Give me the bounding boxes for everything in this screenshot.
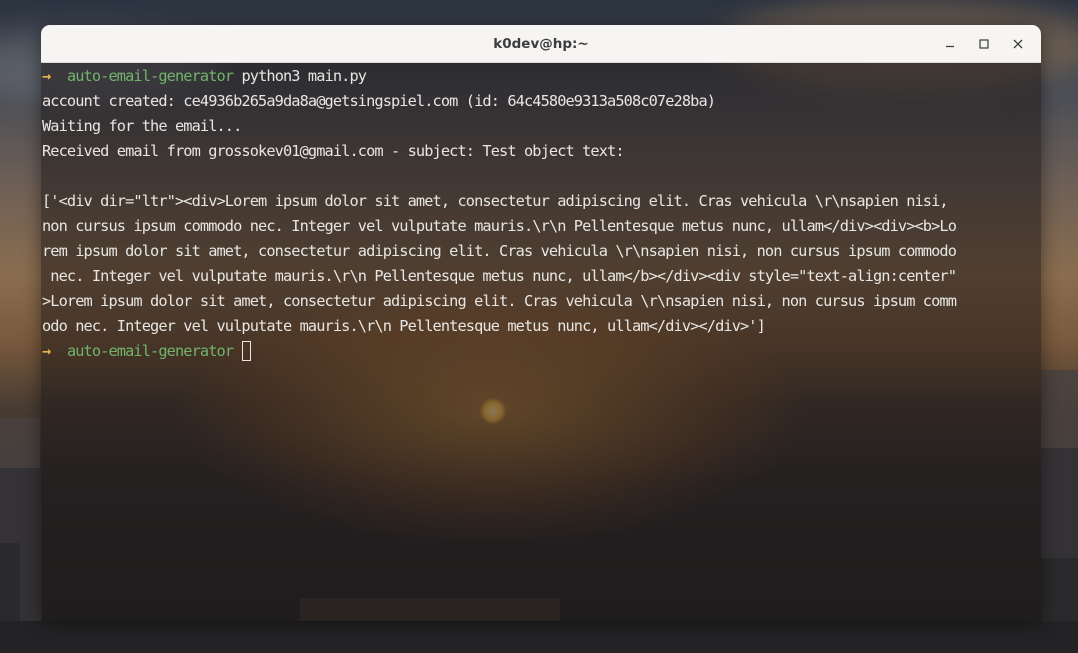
output-line: ['<div dir="ltr"><div>Lorem ipsum dolor … [42,192,949,210]
command-text: python3 main.py [241,67,367,85]
window-controls [935,25,1033,62]
output-line: non cursus ipsum commodo nec. Integer ve… [42,217,957,235]
text-cursor [242,341,252,361]
output-line: rem ipsum dolor sit amet, consectetur ad… [42,242,957,260]
minimize-button[interactable] [935,29,965,59]
prompt-directory: auto-email-generator [66,342,234,360]
output-line: account created: ce4936b265a9da8a@getsin… [42,92,716,110]
prompt-arrow-icon: → [42,67,51,85]
terminal-window: k0dev@hp:~ → auto-email-generator python… [41,25,1041,621]
output-line: Received email from grossokev01@gmail.co… [42,142,625,160]
maximize-button[interactable] [969,29,999,59]
close-button[interactable] [1003,29,1033,59]
output-line: odo nec. Integer vel vulputate mauris.\r… [42,317,766,335]
command-line: → auto-email-generator python3 main.py [42,64,1041,89]
output-line: nec. Integer vel vulputate mauris.\r\n P… [42,267,957,285]
terminal-content[interactable]: → auto-email-generator python3 main.py a… [41,63,1041,621]
minimize-icon [946,45,954,47]
output-line: Waiting for the email... [42,117,242,135]
window-titlebar[interactable]: k0dev@hp:~ [41,25,1041,63]
prompt-arrow-icon: → [42,342,51,360]
window-title: k0dev@hp:~ [493,35,589,52]
output-line: >Lorem ipsum dolor sit amet, consectetur… [42,292,957,310]
close-icon [1013,39,1023,48]
current-prompt-line[interactable]: → auto-email-generator [42,339,1041,364]
prompt-directory: auto-email-generator [66,67,234,85]
maximize-icon [979,38,989,49]
